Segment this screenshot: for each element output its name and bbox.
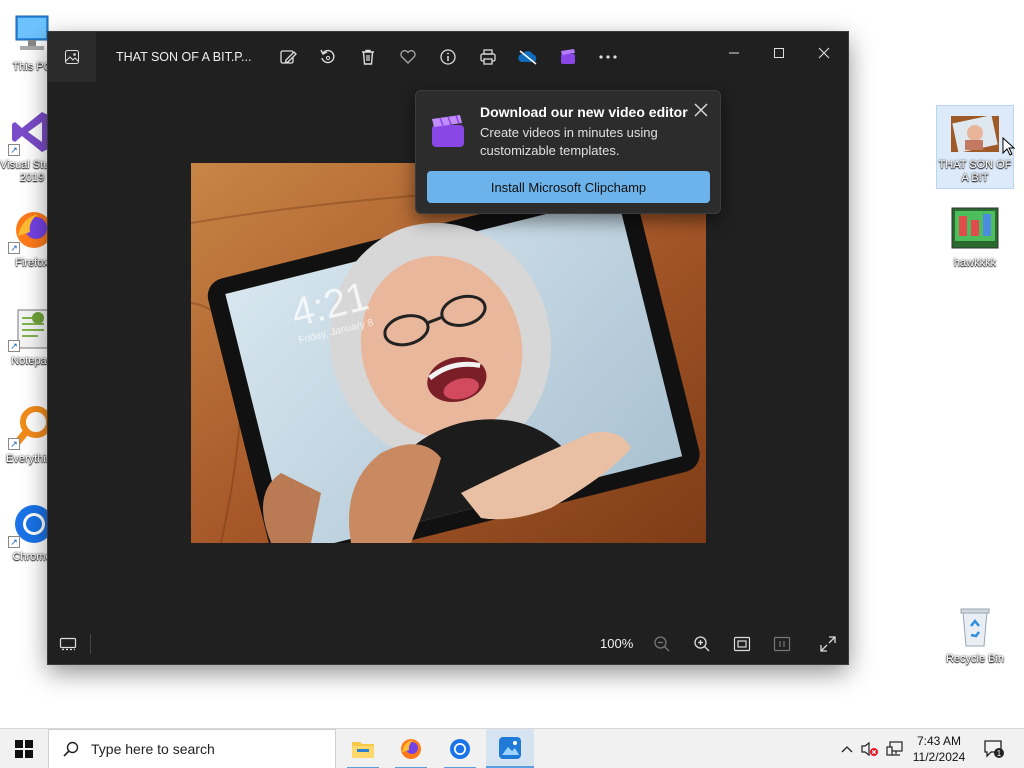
filmstrip-icon: [59, 637, 77, 651]
photos-icon: [499, 736, 521, 759]
close-icon: [818, 47, 830, 59]
shortcut-arrow-icon: ↗: [8, 340, 20, 352]
fullscreen-icon: [820, 636, 836, 652]
close-icon: [694, 103, 708, 117]
start-button[interactable]: [0, 729, 48, 768]
maximize-icon: [774, 48, 784, 58]
popup-close-button[interactable]: [692, 101, 710, 119]
rotate-button[interactable]: [316, 45, 340, 69]
search-box[interactable]: Type here to search: [48, 729, 336, 768]
close-window-button[interactable]: [804, 38, 844, 68]
taskbar-photos[interactable]: [486, 729, 534, 768]
volume-button[interactable]: [860, 729, 880, 768]
photo-thumbnail-icon: [951, 115, 999, 164]
mouse-cursor-icon: [1002, 137, 1016, 156]
onedrive-icon: [518, 50, 537, 65]
filmstrip-button[interactable]: [56, 632, 80, 656]
delete-button[interactable]: [356, 45, 380, 69]
favorite-button[interactable]: [396, 45, 420, 69]
title-bar: THAT SON OF A BIT.P...: [48, 32, 848, 82]
gallery-icon: [65, 50, 79, 64]
file-explorer-icon: [352, 742, 374, 758]
zoom-out-button[interactable]: [650, 632, 674, 656]
bottom-toolbar: 100%: [48, 624, 848, 664]
edit-image-icon: [280, 50, 297, 64]
network-icon: [886, 741, 903, 756]
info-button[interactable]: [436, 45, 460, 69]
desktop-icon-label: hawkkkk: [953, 257, 997, 269]
tray-overflow-button[interactable]: [838, 729, 856, 768]
clipchamp-icon: [561, 49, 575, 64]
print-button[interactable]: [476, 45, 500, 69]
photos-window: THAT SON OF A BIT.P... 4:21 Friday, Janu…: [48, 32, 848, 664]
clipchamp-button[interactable]: [556, 45, 580, 69]
taskbar-firefox[interactable]: [387, 729, 435, 768]
edit-image-button[interactable]: [276, 45, 300, 69]
taskbar: Type here to search 7:43 AM 11/2/2024 1: [0, 728, 1024, 768]
popup-description: Create videos in minutes using customiza…: [480, 125, 658, 158]
print-icon: [480, 49, 496, 65]
photo-canvas[interactable]: 4:21 Friday, January 8: [191, 163, 706, 543]
zoom-out-icon: [654, 636, 670, 652]
shortcut-arrow-icon: ↗: [8, 438, 20, 450]
onedrive-button[interactable]: [516, 45, 540, 69]
toolbar-divider: [90, 634, 91, 654]
volume-muted-icon: [861, 741, 878, 757]
minimize-icon: [729, 52, 739, 54]
actual-size-icon: [773, 636, 791, 652]
info-icon: [440, 49, 456, 65]
more-button[interactable]: [596, 45, 620, 69]
notification-center-button[interactable]: 1: [978, 729, 1010, 768]
clipchamp-promo-popup: Download our new video editor Create vid…: [415, 90, 721, 214]
photo-image: 4:21 Friday, January 8: [191, 163, 706, 543]
photos-app-button[interactable]: [48, 32, 96, 82]
search-placeholder: Type here to search: [91, 741, 215, 757]
fullscreen-button[interactable]: [816, 632, 840, 656]
shortcut-arrow-icon: ↗: [8, 536, 20, 548]
zoom-level[interactable]: 100%: [600, 636, 633, 651]
install-clipchamp-button[interactable]: Install Microsoft Clipchamp: [427, 171, 710, 203]
window-title: THAT SON OF A BIT.P...: [116, 50, 252, 64]
more-icon: [599, 55, 617, 59]
desktop-icon-label: Recycle Bin: [945, 653, 1005, 665]
clipchamp-logo-icon: [432, 115, 464, 147]
actual-size-button[interactable]: [770, 632, 794, 656]
desktop-icon-hawkkkk[interactable]: hawkkkk: [937, 206, 1013, 270]
clock[interactable]: 7:43 AM 11/2/2024: [906, 733, 972, 765]
shortcut-arrow-icon: ↗: [8, 242, 20, 254]
delete-icon: [362, 49, 374, 65]
popup-title: Download our new video editor: [480, 104, 688, 120]
shortcut-arrow-icon: ↗: [8, 144, 20, 156]
chevron-up-icon: [841, 746, 853, 753]
chrome-icon: [450, 739, 470, 759]
minimize-button[interactable]: [714, 38, 754, 68]
firefox-icon: [401, 739, 421, 759]
notification-count: 1: [997, 749, 1002, 758]
recycle-bin-icon: [951, 602, 999, 650]
desktop-icon-recycle-bin[interactable]: Recycle Bin: [937, 602, 1013, 666]
network-button[interactable]: [884, 729, 906, 768]
favorite-icon: [400, 50, 416, 64]
taskbar-file-explorer[interactable]: [339, 729, 387, 768]
zoom-in-icon: [694, 636, 710, 652]
game-thumbnail-icon: [951, 206, 999, 254]
windows-logo-icon: [15, 740, 33, 758]
rotate-icon: [320, 49, 335, 64]
taskbar-chrome[interactable]: [436, 729, 484, 768]
fit-to-window-button[interactable]: [730, 632, 754, 656]
maximize-button[interactable]: [759, 38, 799, 68]
zoom-in-button[interactable]: [690, 632, 714, 656]
notification-icon: 1: [984, 740, 1004, 758]
search-icon: [63, 741, 79, 757]
clock-time: 7:43 AM: [916, 734, 962, 748]
clock-date: 11/2/2024: [912, 750, 966, 764]
fit-to-window-icon: [733, 636, 751, 652]
